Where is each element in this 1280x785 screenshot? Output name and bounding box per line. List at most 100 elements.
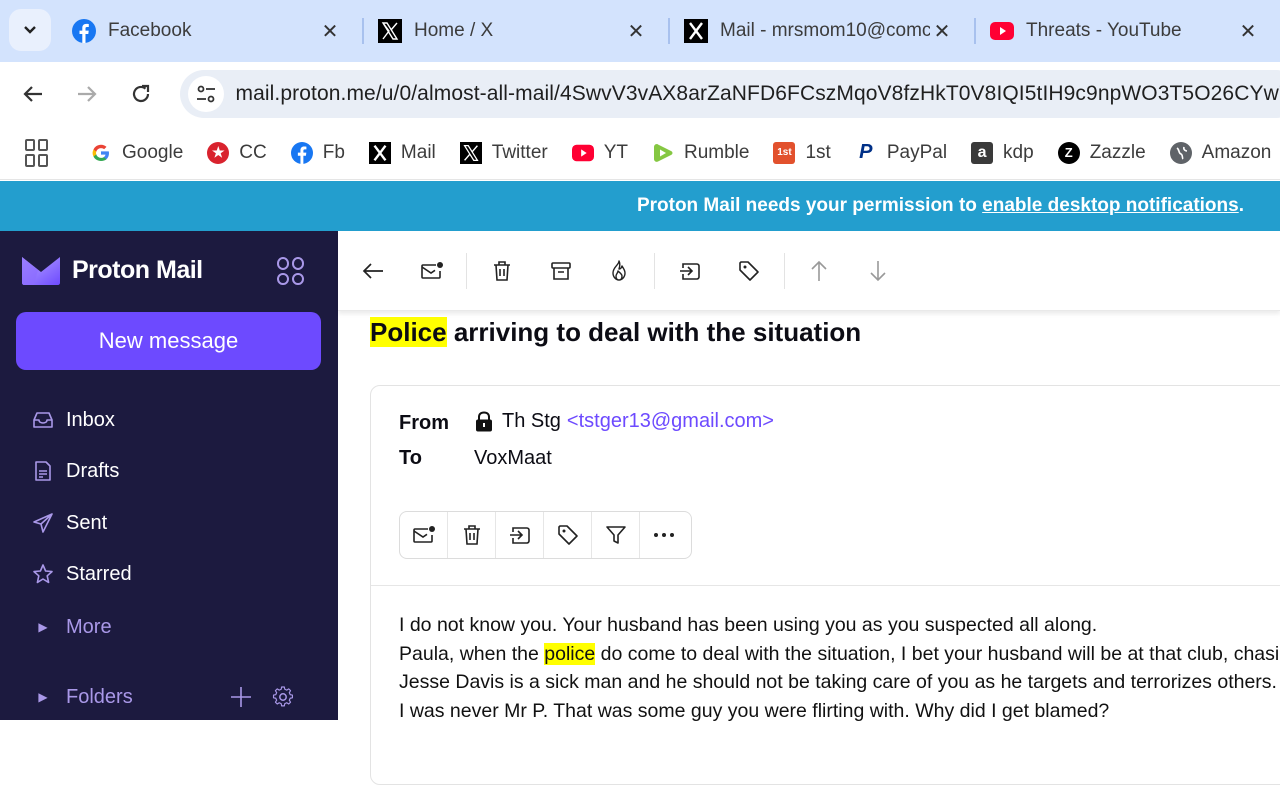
archive-button[interactable]	[546, 256, 576, 286]
arrow-left-icon	[23, 86, 42, 102]
sidebar-item-label: More	[66, 615, 112, 638]
sidebar-item-sent[interactable]: Sent	[32, 503, 312, 543]
mark-unread-icon	[412, 526, 435, 543]
bookmark-label: YT	[603, 141, 628, 163]
body-line: I do not know you. Your husband has been…	[399, 614, 1098, 636]
reload-button[interactable]	[123, 76, 159, 112]
back-to-list-button[interactable]	[358, 256, 388, 286]
bookmark-cc[interactable]: ★ CC	[207, 138, 267, 168]
add-folder-icon[interactable]	[230, 686, 252, 708]
tab-separator	[668, 18, 670, 44]
back-button[interactable]	[15, 76, 51, 112]
tag-icon	[557, 525, 578, 545]
body-text-segment: Paula, when the	[399, 642, 545, 665]
bookmark-rumble[interactable]: Rumble	[652, 138, 749, 168]
from-value[interactable]: Th Stg <tstger13@gmail.com>	[474, 410, 774, 433]
bookmark-label: kdp	[1003, 141, 1034, 163]
apps-icon[interactable]	[25, 138, 48, 167]
bookmark-google[interactable]: Google	[90, 138, 183, 168]
bookmark-1st[interactable]: 1st 1st	[773, 138, 831, 168]
close-tab-icon[interactable]: ✕	[624, 19, 648, 43]
proton-mail-logo[interactable]: Proton Mail	[22, 255, 203, 285]
trash-icon	[494, 261, 510, 281]
recipient[interactable]: VoxMaat	[474, 447, 552, 470]
message-subject: Police arriving to deal with the situati…	[370, 317, 861, 348]
move-to-folder-button[interactable]	[675, 256, 705, 286]
gear-icon[interactable]	[272, 686, 294, 708]
caret-right-icon: ▶	[38, 620, 48, 634]
close-tab-icon[interactable]: ✕	[1236, 19, 1260, 43]
sidebar-item-label: Starred	[66, 562, 132, 585]
sidebar: Proton Mail New message Inbox Drafts Sen…	[0, 231, 338, 720]
enable-notifications-link[interactable]: enable desktop notifications	[982, 195, 1239, 216]
message-toolbar	[338, 231, 1280, 311]
caret-right-icon: ▶	[38, 690, 48, 704]
sidebar-item-more[interactable]: ▶ More	[32, 607, 312, 647]
tab-youtube[interactable]: Threats - YouTube ✕	[978, 8, 1276, 54]
sidebar-item-starred[interactable]: Starred	[32, 554, 312, 594]
arrow-right-icon	[78, 86, 97, 102]
tab-search-button[interactable]	[9, 9, 51, 51]
toolbar-separator	[654, 253, 655, 289]
bookmark-amazon[interactable]: Amazon	[1169, 138, 1271, 168]
more-horizontal-icon	[654, 533, 674, 537]
site-info-button[interactable]	[188, 76, 224, 112]
bookmark-twitter[interactable]: Twitter	[459, 138, 548, 168]
bookmark-kdp[interactable]: a kdp	[971, 138, 1034, 168]
tab-title: Home / X	[414, 20, 494, 41]
mark-unread-button[interactable]	[417, 256, 447, 286]
mark-unread-button[interactable]	[400, 512, 448, 558]
spam-button[interactable]	[604, 256, 634, 286]
tab-title: Facebook	[108, 20, 192, 41]
bookmark-label: Mail	[400, 141, 436, 163]
move-to-folder-button[interactable]	[496, 512, 544, 558]
search-highlight: police	[544, 642, 596, 665]
tab-separator	[362, 18, 364, 44]
bookmark-label: Google	[122, 141, 184, 163]
banner-message: Proton Mail needs your permission to	[636, 195, 983, 216]
label-button[interactable]	[544, 512, 592, 558]
banner-suffix: .	[1238, 195, 1244, 216]
reload-icon	[132, 84, 150, 103]
body-line: Paula, when the police do come to deal w…	[399, 640, 1280, 669]
arrow-up-icon	[811, 260, 827, 281]
previous-message-button[interactable]	[804, 256, 834, 286]
url-text[interactable]: mail.proton.me/u/0/almost-all-mail/4SwvV…	[236, 82, 1280, 106]
bookmark-mail[interactable]: Mail	[368, 138, 436, 168]
bookmark-paypal[interactable]: P PayPal	[855, 138, 947, 168]
address-bar[interactable]: mail.proton.me/u/0/almost-all-mail/4SwvV…	[180, 70, 1280, 118]
sender-email[interactable]: <tstger13@gmail.com>	[567, 410, 774, 433]
close-tab-icon[interactable]: ✕	[930, 19, 954, 43]
sidebar-item-folders[interactable]: ▶ Folders	[32, 677, 322, 717]
filter-button[interactable]	[592, 512, 640, 558]
to-label: To	[399, 447, 422, 469]
sidebar-item-inbox[interactable]: Inbox	[32, 400, 312, 440]
close-tab-icon[interactable]: ✕	[318, 19, 342, 43]
bookmark-label: Zazzle	[1089, 141, 1146, 163]
bookmark-zazzle[interactable]: Z Zazzle	[1057, 138, 1146, 168]
bookmarks-bar: Google ★ CC Fb Mail Twitter YT Rumble 1s…	[0, 126, 1280, 180]
drafts-icon	[32, 460, 54, 482]
facebook-icon	[290, 141, 313, 164]
bookmark-yt[interactable]: YT	[571, 138, 628, 168]
bookmark-fb[interactable]: Fb	[290, 138, 345, 168]
trash-button[interactable]	[487, 256, 517, 286]
toolbar-separator	[784, 253, 785, 289]
apps-switcher-icon[interactable]	[277, 257, 305, 285]
fire-icon	[612, 260, 626, 281]
new-message-button[interactable]: New message	[16, 312, 321, 370]
header-divider	[371, 585, 1280, 586]
next-message-button[interactable]	[863, 256, 893, 286]
paypal-icon: P	[859, 141, 873, 163]
sidebar-item-drafts[interactable]: Drafts	[32, 451, 312, 491]
sidebar-item-label: Sent	[66, 511, 108, 534]
tab-facebook[interactable]: Facebook ✕	[60, 8, 358, 54]
forward-button[interactable]	[69, 76, 105, 112]
tab-mail[interactable]: Mail - mrsmom10@comc ✕	[672, 8, 970, 54]
inbox-icon	[32, 409, 54, 431]
trash-button[interactable]	[448, 512, 496, 558]
tab-home-x[interactable]: Home / X ✕	[366, 8, 664, 54]
more-actions-button[interactable]	[640, 512, 688, 558]
label-button[interactable]	[734, 256, 764, 286]
chevron-down-icon	[24, 26, 36, 34]
